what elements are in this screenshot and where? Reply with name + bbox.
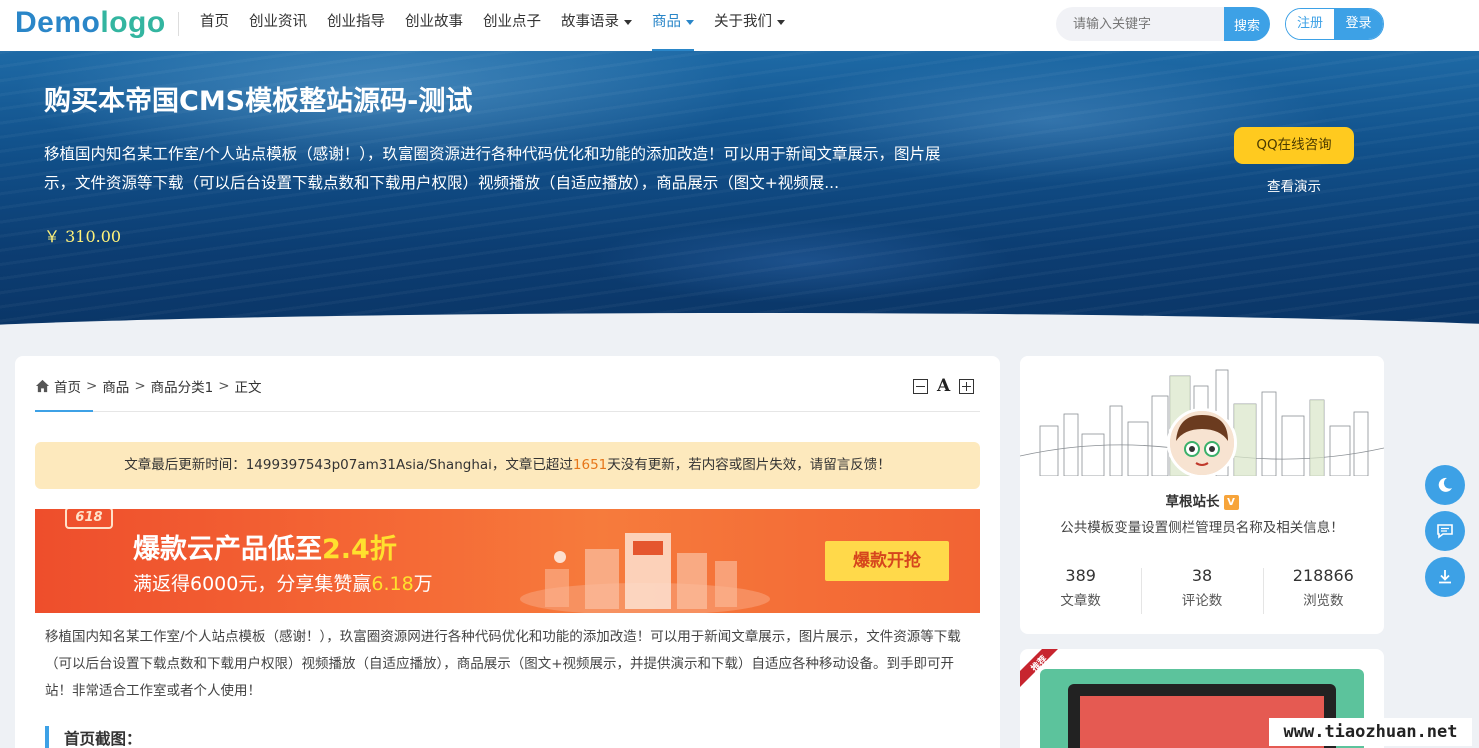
site-stats: 389 文章数 38 评论数 218866 浏览数 bbox=[1020, 566, 1384, 614]
nav-item-ideas[interactable]: 创业点子 bbox=[473, 0, 551, 51]
breadcrumb-separator: > bbox=[86, 378, 98, 394]
watermark-text: www.tiaozhuan.net bbox=[1269, 718, 1472, 746]
logo-divider bbox=[178, 12, 179, 36]
main-nav: 首页 创业资讯 创业指导 创业故事 创业点子 故事语录 商品 关于我们 bbox=[190, 0, 795, 51]
breadcrumb-separator: > bbox=[134, 378, 146, 394]
breadcrumb-products[interactable]: 商品 bbox=[102, 376, 129, 396]
logo-text-demo: Demo bbox=[15, 6, 101, 39]
font-increase-icon[interactable] bbox=[959, 378, 975, 394]
search-button[interactable]: 搜索 bbox=[1224, 7, 1270, 41]
nav-label: 商品 bbox=[652, 14, 681, 30]
ad-banner[interactable]: 618 爆款云产品低至2.4折 满返得6000元，分享集赞赢6.18万 爆款开抢 bbox=[35, 509, 980, 613]
nav-label: 首页 bbox=[200, 14, 229, 30]
breadcrumb-separator: > bbox=[218, 378, 230, 394]
banner-subline: 满返得6000元，分享集赞赢6.18万 bbox=[133, 569, 433, 596]
banner-server-illustration bbox=[520, 533, 770, 613]
nav-label: 创业指导 bbox=[327, 14, 385, 30]
product-title: 购买本帝国CMS模板整站源码-测试 bbox=[44, 86, 473, 117]
admin-name: 草根站长 V bbox=[1020, 490, 1384, 510]
home-icon bbox=[35, 379, 50, 393]
verified-badge: V bbox=[1223, 495, 1239, 510]
nav-label: 创业资讯 bbox=[249, 14, 307, 30]
view-demo-link[interactable]: 查看演示 bbox=[1234, 175, 1354, 195]
nav-label: 关于我们 bbox=[714, 14, 772, 30]
banner-headline-text: 爆款云产品低至 bbox=[133, 534, 322, 565]
breadcrumb-underline bbox=[35, 410, 93, 412]
recommend-ribbon: 推荐 bbox=[1020, 649, 1058, 687]
nav-label: 故事语录 bbox=[561, 14, 619, 30]
notice-days: 1651 bbox=[572, 457, 608, 473]
product-price: ￥ 310.00 bbox=[44, 227, 122, 246]
banner-618-tag: 618 bbox=[65, 509, 113, 529]
admin-name-text: 草根站长 bbox=[1165, 494, 1220, 510]
qq-consult-button[interactable]: QQ在线咨询 bbox=[1234, 127, 1354, 164]
cartoon-avatar-image bbox=[1170, 411, 1234, 475]
comment-icon bbox=[1437, 524, 1453, 539]
moon-icon bbox=[1438, 477, 1452, 492]
font-decrease-icon[interactable] bbox=[913, 378, 928, 394]
comment-button[interactable] bbox=[1425, 511, 1465, 551]
product-description: 移植国内知名某工作室/个人站点模板（感谢！），玖富圈资源进行各种代码优化和功能的… bbox=[44, 145, 941, 192]
admin-profile-card: 草根站长 V 公共模板变量设置侧栏管理员名称及相关信息！ 389 文章数 38 评… bbox=[1020, 356, 1384, 634]
article-panel: 首页 > 商品 > 商品分类1 > 正文 A 文章最后更新时间：14993975… bbox=[15, 356, 1000, 748]
breadcrumb-home[interactable]: 首页 bbox=[54, 376, 81, 396]
nav-item-home[interactable]: 首页 bbox=[190, 0, 239, 51]
banner-headline: 爆款云产品低至2.4折 bbox=[133, 527, 397, 566]
nav-item-news[interactable]: 创业资讯 bbox=[239, 0, 317, 51]
breadcrumb-category[interactable]: 商品分类1 bbox=[151, 376, 214, 396]
stat-label: 浏览数 bbox=[1303, 593, 1344, 609]
article-body: 移植国内知名某工作室/个人站点模板（感谢！），玖富圈资源网进行各种代码优化和功能… bbox=[45, 629, 961, 699]
banner-cta-button[interactable]: 爆款开抢 bbox=[825, 541, 949, 581]
stat-views: 218866 浏览数 bbox=[1262, 566, 1384, 614]
nav-label: 创业点子 bbox=[483, 14, 541, 30]
register-button[interactable]: 注册 bbox=[1286, 9, 1335, 39]
stat-value: 38 bbox=[1191, 566, 1213, 585]
download-button[interactable] bbox=[1425, 557, 1465, 597]
chevron-down-icon bbox=[777, 19, 785, 25]
nav-item-products[interactable]: 商品 bbox=[642, 0, 704, 51]
nav-item-guide[interactable]: 创业指导 bbox=[317, 0, 395, 51]
night-mode-button[interactable] bbox=[1425, 465, 1465, 505]
nav-item-quotes[interactable]: 故事语录 bbox=[551, 0, 642, 51]
banner-subline-highlight: 6.18 bbox=[371, 573, 414, 595]
breadcrumb-current: 正文 bbox=[234, 380, 262, 396]
stat-articles: 389 文章数 bbox=[1020, 566, 1141, 609]
avatar[interactable] bbox=[1167, 408, 1237, 478]
nav-item-about[interactable]: 关于我们 bbox=[704, 0, 795, 51]
notice-suffix: 天没有更新，若内容或图片失效，请留言反馈！ bbox=[607, 457, 891, 473]
stat-label: 文章数 bbox=[1060, 593, 1101, 609]
breadcrumb: 首页 > 商品 > 商品分类1 > 正文 bbox=[35, 376, 262, 396]
stat-label: 评论数 bbox=[1181, 593, 1223, 609]
top-navbar: Demologo 首页 创业资讯 创业指导 创业故事 创业点子 故事语录 商品 … bbox=[0, 0, 1479, 51]
notice-prefix: 文章最后更新时间：1499397543p07am31Asia/Shanghai，… bbox=[124, 457, 573, 473]
section-heading: 首页截图： bbox=[45, 726, 142, 748]
logo-text-logo: logo bbox=[100, 6, 166, 39]
login-button[interactable]: 登录 bbox=[1334, 9, 1383, 39]
site-logo[interactable]: Demologo bbox=[15, 6, 166, 40]
breadcrumb-divider bbox=[35, 411, 980, 412]
hero-bottom-curve bbox=[0, 313, 1479, 336]
search-input[interactable] bbox=[1056, 7, 1226, 41]
chevron-down-icon bbox=[686, 19, 694, 25]
stat-comments: 38 评论数 bbox=[1141, 566, 1262, 614]
banner-headline-highlight: 2.4折 bbox=[322, 534, 397, 565]
auth-buttons: 注册 登录 bbox=[1285, 8, 1384, 40]
nav-label: 创业故事 bbox=[405, 14, 463, 30]
nav-item-stories[interactable]: 创业故事 bbox=[395, 0, 473, 51]
banner-subline-suffix: 万 bbox=[413, 573, 433, 595]
product-hero: 购买本帝国CMS模板整站源码-测试 移植国内知名某工作室/个人站点模板（感谢！）… bbox=[0, 51, 1479, 336]
stat-value: 218866 bbox=[1292, 566, 1354, 585]
update-notice: 文章最后更新时间：1499397543p07am31Asia/Shanghai，… bbox=[35, 442, 980, 489]
font-reset-icon[interactable]: A bbox=[937, 378, 950, 395]
chevron-down-icon bbox=[624, 19, 632, 25]
font-size-tools: A bbox=[913, 378, 975, 395]
banner-subline-text: 满返得6000元，分享集赞赢 bbox=[133, 573, 372, 595]
admin-description: 公共模板变量设置侧栏管理员名称及相关信息！ bbox=[1060, 520, 1344, 536]
stat-value: 389 bbox=[1065, 566, 1096, 585]
download-icon bbox=[1439, 570, 1451, 584]
